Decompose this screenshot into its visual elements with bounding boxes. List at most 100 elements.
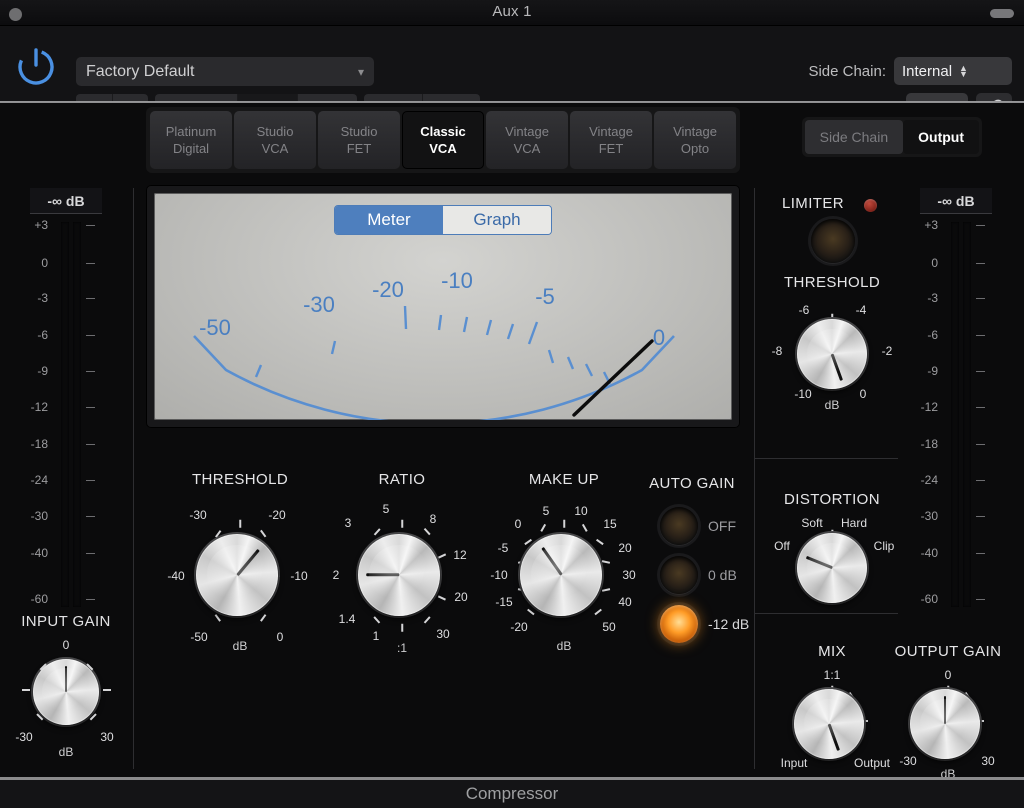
distortion-group: DISTORTION Soft Hard Off Clip — [758, 491, 906, 616]
meter-tick-label: -12 — [920, 400, 938, 414]
meter-tick-label: +3 — [34, 218, 48, 232]
input-meter-readout: -∞ dB — [30, 188, 102, 214]
tab-output[interactable]: Output — [903, 120, 979, 154]
side-chain-label: Side Chain: — [808, 62, 886, 80]
input-gain-knob[interactable] — [33, 659, 99, 725]
power-button[interactable] — [14, 44, 58, 88]
distortion-mark-clip: Clip — [873, 539, 895, 553]
knob-tick — [373, 528, 381, 536]
output-gain-label: OUTPUT GAIN — [894, 643, 1002, 660]
plugin-header: Factory Default ▾ ‹ › Compare Copy Paste… — [0, 26, 1024, 121]
vu-needle — [572, 339, 654, 417]
meter-tick-label: -24 — [920, 473, 938, 487]
make-up-mark-10: 10 — [574, 504, 588, 518]
auto-gain-off-button[interactable] — [660, 507, 698, 545]
meter-tick-mark — [976, 407, 985, 408]
svg-text:-5: -5 — [535, 284, 555, 309]
circuit-tab-vintage-opto[interactable]: Vintage Opto — [654, 111, 736, 169]
circuit-tab-classic-vca[interactable]: Classic VCA — [402, 111, 484, 169]
circuit-tab-platinum-digital[interactable]: Platinum Digital — [150, 111, 232, 169]
meter-tick-mark — [976, 298, 985, 299]
limiter-threshold-label: THRESHOLD — [783, 274, 881, 291]
threshold-pointer — [236, 548, 260, 576]
circuit-tab-studio-fet[interactable]: Studio FET — [318, 111, 400, 169]
input-gain-pointer — [64, 666, 68, 692]
input-gain-knob-group: 0 -30 30 dB — [6, 633, 126, 759]
circuit-label-line1: Platinum — [165, 124, 217, 139]
knob-tick — [596, 538, 604, 545]
plugin-window: Aux 1 Factory Default ▾ ‹ › Compare Copy… — [0, 0, 1024, 808]
auto-gain-minus12db-button[interactable] — [660, 605, 698, 643]
output-gain-knob[interactable] — [910, 689, 980, 759]
circuit-tab-studio-vca[interactable]: Studio VCA — [234, 111, 316, 169]
limiter-threshold-mark-minus4: -4 — [855, 303, 867, 317]
output-meter-bar-left — [951, 222, 959, 607]
svg-text:-30: -30 — [303, 292, 335, 317]
circuit-tab-vintage-vca[interactable]: Vintage VCA — [486, 111, 568, 169]
ratio-mark-12: 12 — [453, 548, 467, 562]
svg-text:-10: -10 — [441, 268, 473, 293]
output-meter-bar-right — [963, 222, 971, 607]
meter-tick-label: -6 — [37, 328, 48, 342]
mix-knob[interactable] — [794, 689, 864, 759]
meter-tick-mark — [86, 553, 95, 554]
limiter-threshold-mark-minus6: -6 — [798, 303, 810, 317]
ratio-unit: :1 — [396, 641, 407, 655]
input-meter-bar-right — [73, 222, 81, 607]
ratio-label: RATIO — [378, 471, 426, 488]
make-up-mark-30: 30 — [622, 568, 636, 582]
make-up-knob[interactable] — [520, 534, 602, 616]
limiter-threshold-pointer — [830, 353, 843, 381]
plugin-footer: Compressor — [0, 777, 1024, 808]
meter-tick-mark — [86, 407, 95, 408]
window-title: Aux 1 — [492, 3, 532, 20]
meter-tick-mark — [976, 371, 985, 372]
meter-tick-mark — [976, 480, 985, 481]
limiter-led-indicator — [864, 199, 877, 212]
mix-mark-ratio: 1:1 — [823, 668, 841, 682]
meter-display-panel: Meter Graph -50 -30 -20 -10 -5 0 — [146, 185, 740, 428]
knob-tick — [103, 689, 111, 691]
distortion-pointer — [805, 556, 833, 570]
auto-gain-0db-button[interactable] — [660, 556, 698, 594]
knob-tick — [527, 608, 535, 615]
circuit-label-line1: Vintage — [673, 124, 717, 139]
output-meter-readout: -∞ dB — [920, 188, 992, 214]
knob-tick — [89, 713, 97, 721]
meter-tick-label: -24 — [30, 473, 48, 487]
output-gain-mark-0: 0 — [944, 668, 952, 682]
meter-tick-label: -30 — [30, 509, 48, 523]
ratio-knob[interactable] — [358, 534, 440, 616]
circuit-tab-vintage-fet[interactable]: Vintage FET — [570, 111, 652, 169]
meter-tick-label: -12 — [30, 400, 48, 414]
limiter-threshold-mark-minus2: -2 — [881, 344, 893, 358]
input-meter-bar-left — [61, 222, 69, 607]
knob-tick — [423, 616, 431, 624]
distortion-mark-hard: Hard — [840, 516, 868, 530]
tab-side-chain[interactable]: Side Chain — [804, 120, 904, 154]
distortion-knob[interactable] — [797, 533, 867, 603]
meter-tick-mark — [86, 371, 95, 372]
meter-tick-label: -9 — [927, 364, 938, 378]
auto-gain-group: AUTO GAIN OFF 0 dB -12 dB — [636, 475, 752, 650]
limiter-enable-button[interactable] — [811, 219, 855, 263]
make-up-mark-40: 40 — [618, 595, 632, 609]
knob-tick — [594, 608, 602, 615]
side-chain-row: Side Chain: Internal ▲ ▼ — [808, 57, 1012, 85]
make-up-mark-50: 50 — [602, 620, 616, 634]
svg-text:-50: -50 — [199, 315, 231, 340]
meter-tick-label: -6 — [927, 328, 938, 342]
threshold-label: THRESHOLD — [191, 471, 289, 488]
knob-tick — [601, 560, 611, 564]
limiter-threshold-knob[interactable] — [797, 319, 867, 389]
threshold-knob[interactable] — [196, 534, 278, 616]
window-resize-handle[interactable] — [990, 9, 1014, 18]
meter-tick-mark — [976, 516, 985, 517]
meter-tick-label: -60 — [920, 592, 938, 606]
preset-selector[interactable]: Factory Default ▾ — [76, 57, 374, 86]
make-up-unit: dB — [556, 639, 572, 653]
side-chain-selector[interactable]: Internal ▲ ▼ — [894, 57, 1012, 85]
knob-tick — [239, 519, 241, 528]
knob-tick — [438, 595, 446, 601]
meter-tick-mark — [976, 335, 985, 336]
